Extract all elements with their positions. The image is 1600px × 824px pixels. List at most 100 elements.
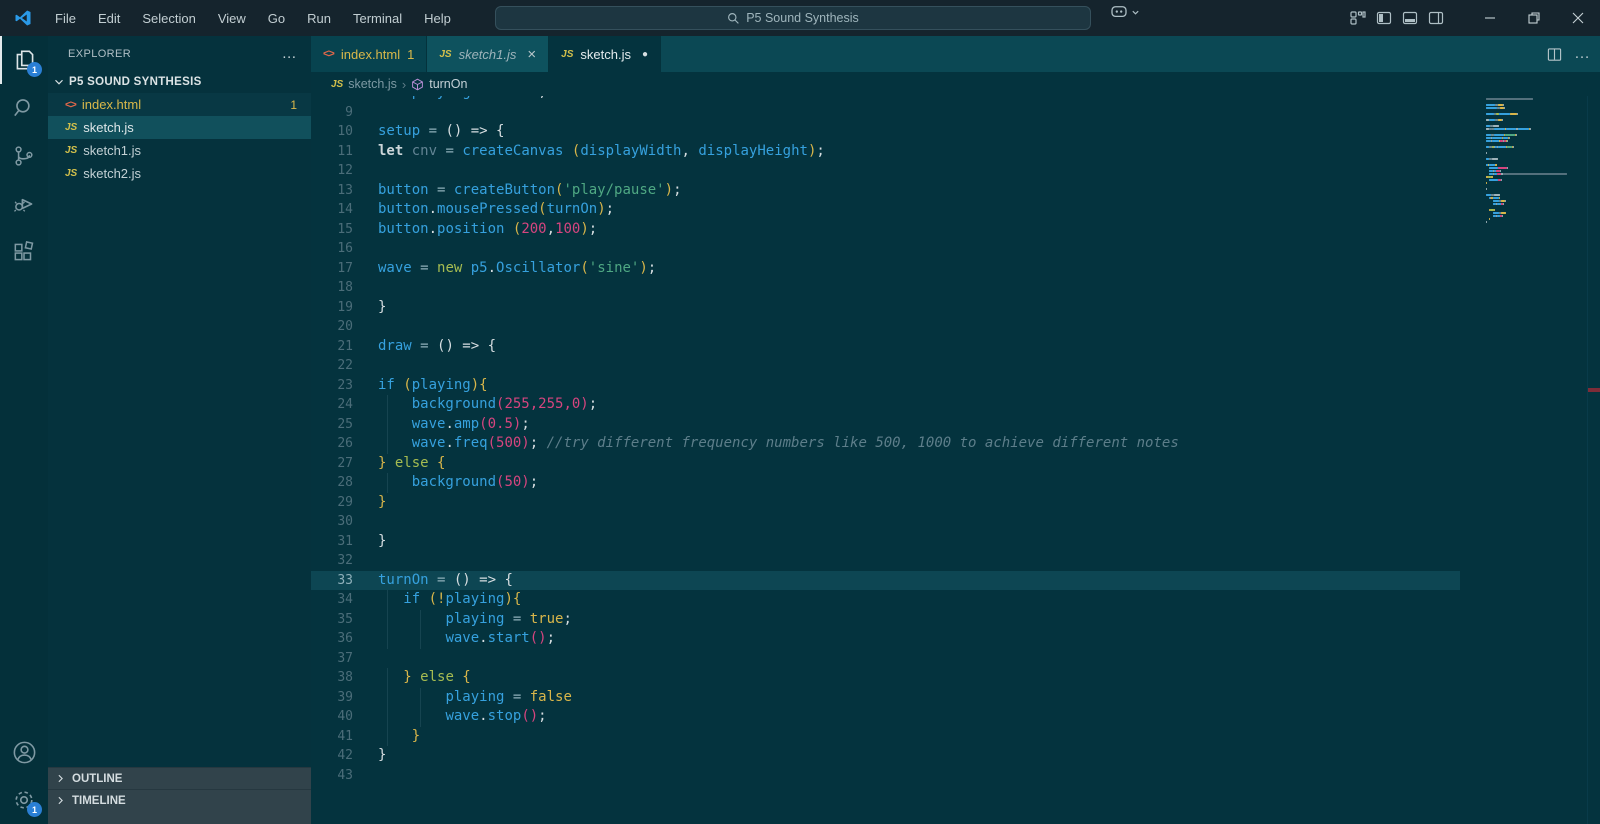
minimap[interactable] — [1486, 98, 1586, 227]
code-line[interactable]: 16 — [311, 239, 1460, 259]
toggle-panel-icon[interactable] — [1402, 10, 1418, 26]
code-line[interactable]: 35 playing = true; — [311, 609, 1460, 629]
code-line[interactable]: 29} — [311, 493, 1460, 513]
line-number: 35 — [337, 611, 353, 627]
code-line[interactable]: 14 button.mousePressed(turnOn); — [311, 200, 1460, 220]
indent-guide — [387, 590, 388, 610]
code-line[interactable]: 15 button.position (200,100); — [311, 220, 1460, 240]
code-line[interactable]: 24 background(255,255,0); — [311, 395, 1460, 415]
line-number: 32 — [337, 553, 353, 568]
code-line[interactable]: 34 if (!playing){ — [311, 590, 1460, 610]
line-number: 26 — [337, 436, 353, 451]
menu-view[interactable]: View — [209, 7, 255, 30]
customize-layout-icon[interactable] — [1350, 10, 1366, 26]
toggle-sidebar-icon[interactable] — [1376, 10, 1392, 26]
activity-item-settings[interactable]: 1 — [0, 776, 48, 824]
tab-label: sketch.js — [580, 46, 631, 62]
restore-button[interactable] — [1512, 0, 1556, 36]
line-content — [353, 240, 378, 256]
breadcrumb-file[interactable]: sketch.js — [348, 77, 397, 91]
line-number: 38 — [337, 670, 353, 685]
line-content: playing = true; — [445, 610, 572, 627]
line-content: wave.start(); — [445, 630, 556, 646]
tab-sketch1.js[interactable]: JS sketch1.js × — [427, 36, 550, 72]
minimize-button[interactable] — [1468, 0, 1512, 36]
command-center-search[interactable]: P5 Sound Synthesis — [495, 6, 1091, 30]
file-item-sketch2.js[interactable]: JS sketch2.js — [48, 162, 311, 185]
code-line[interactable]: 11 let cnv = createCanvas (displayWidth, … — [311, 142, 1460, 162]
toggle-secondary-sidebar-icon[interactable] — [1428, 10, 1444, 26]
menu-go[interactable]: Go — [259, 7, 294, 30]
menu-terminal[interactable]: Terminal — [344, 7, 411, 30]
code-line[interactable]: 36 wave.start(); — [311, 629, 1460, 649]
line-content — [353, 104, 378, 120]
code-line[interactable]: 18 — [311, 278, 1460, 298]
line-content: button = createButton('play/pause'); — [378, 181, 682, 198]
code-line[interactable]: 40 wave.stop(); — [311, 707, 1460, 727]
file-item-sketch1.js[interactable]: JS sketch1.js — [48, 139, 311, 162]
activity-item-extensions[interactable] — [0, 228, 48, 276]
line-content: } — [378, 532, 387, 549]
line-number: 21 — [337, 338, 353, 354]
code-line[interactable]: 22 — [311, 356, 1460, 376]
activity-item-search[interactable] — [0, 84, 48, 132]
menu-selection[interactable]: Selection — [133, 7, 204, 30]
line-number: 19 — [337, 299, 353, 315]
code-line[interactable]: 33 turnOn = () => { — [311, 570, 1460, 590]
code-line[interactable]: 17 wave = new p5.Oscillator('sine'); — [311, 259, 1460, 279]
activity-items-bottom: 1 — [0, 728, 48, 824]
code-line[interactable]: 10 setup = () => { — [311, 122, 1460, 142]
line-content: if (!playing){ — [403, 591, 522, 607]
close-button[interactable] — [1556, 0, 1600, 36]
code-line[interactable]: 28 background(50); — [311, 473, 1460, 493]
code-line[interactable]: 12 — [311, 161, 1460, 181]
line-number: 15 — [337, 221, 353, 237]
code-line[interactable]: 21 draw = () => { — [311, 337, 1460, 357]
code-line[interactable]: 39 playing = false — [311, 687, 1460, 707]
panel-header-outline[interactable]: OUTLINE — [48, 767, 311, 789]
panel-header-timeline[interactable]: TIMELINE — [48, 789, 311, 811]
code-line[interactable]: 9 — [311, 103, 1460, 123]
js-file-icon: JS — [439, 48, 452, 60]
indent-guide — [387, 687, 388, 707]
code-line[interactable]: 42} — [311, 746, 1460, 766]
file-item-sketch.js[interactable]: JS sketch.js — [48, 116, 311, 139]
tab-close-icon[interactable]: × — [527, 46, 536, 63]
activity-item-run-debug[interactable] — [0, 180, 48, 228]
activity-item-source-control[interactable] — [0, 132, 48, 180]
code-line[interactable]: 43 — [311, 766, 1460, 786]
breadcrumb-symbol[interactable]: turnOn — [429, 77, 467, 91]
code-line[interactable]: 41 } — [311, 726, 1460, 746]
split-editor-icon[interactable] — [1547, 47, 1562, 62]
menu-run[interactable]: Run — [298, 7, 340, 30]
activity-item-accounts[interactable] — [0, 728, 48, 776]
code-line[interactable]: 23 if (playing){ — [311, 376, 1460, 396]
tab-sketch.js[interactable]: JS sketch.js ● — [549, 36, 662, 72]
code-line[interactable]: 25 wave.amp(0.5); — [311, 414, 1460, 434]
copilot-menu[interactable] — [1110, 5, 1140, 19]
code-line[interactable]: 26 wave.freq(500); //try different frequ… — [311, 434, 1460, 454]
code-line[interactable]: 27} else { — [311, 454, 1460, 474]
problems-badge: 1 — [290, 97, 297, 112]
more-actions-icon[interactable]: … — [282, 45, 297, 62]
menu-file[interactable]: File — [46, 7, 85, 30]
code-line[interactable]: 13 button = createButton('play/pause'); — [311, 181, 1460, 201]
code-editor[interactable]: 8let playing = false;910setup = () => {1… — [311, 96, 1600, 824]
activity-item-explorer[interactable]: 1 — [0, 36, 48, 84]
line-content: wave.amp(0.5); — [411, 415, 530, 432]
code-line[interactable]: 37 — [311, 649, 1460, 669]
tab-index.html[interactable]: <> index.html 1 — [311, 36, 428, 72]
code-line[interactable]: 32 — [311, 551, 1460, 571]
file-item-index.html[interactable]: <> index.html 1 — [48, 93, 311, 116]
line-number: 16 — [337, 241, 353, 256]
menu-help[interactable]: Help — [415, 7, 460, 30]
more-actions-icon[interactable]: … — [1574, 45, 1590, 63]
folder-section-header[interactable]: P5 SOUND SYNTHESIS — [48, 71, 311, 93]
panel-label: OUTLINE — [72, 772, 123, 785]
code-line[interactable]: 31} — [311, 532, 1460, 552]
code-line[interactable]: 30 — [311, 512, 1460, 532]
code-line[interactable]: 20 — [311, 317, 1460, 337]
code-line[interactable]: 38 } else { — [311, 668, 1460, 688]
menu-edit[interactable]: Edit — [89, 7, 129, 30]
code-line[interactable]: 19} — [311, 298, 1460, 318]
